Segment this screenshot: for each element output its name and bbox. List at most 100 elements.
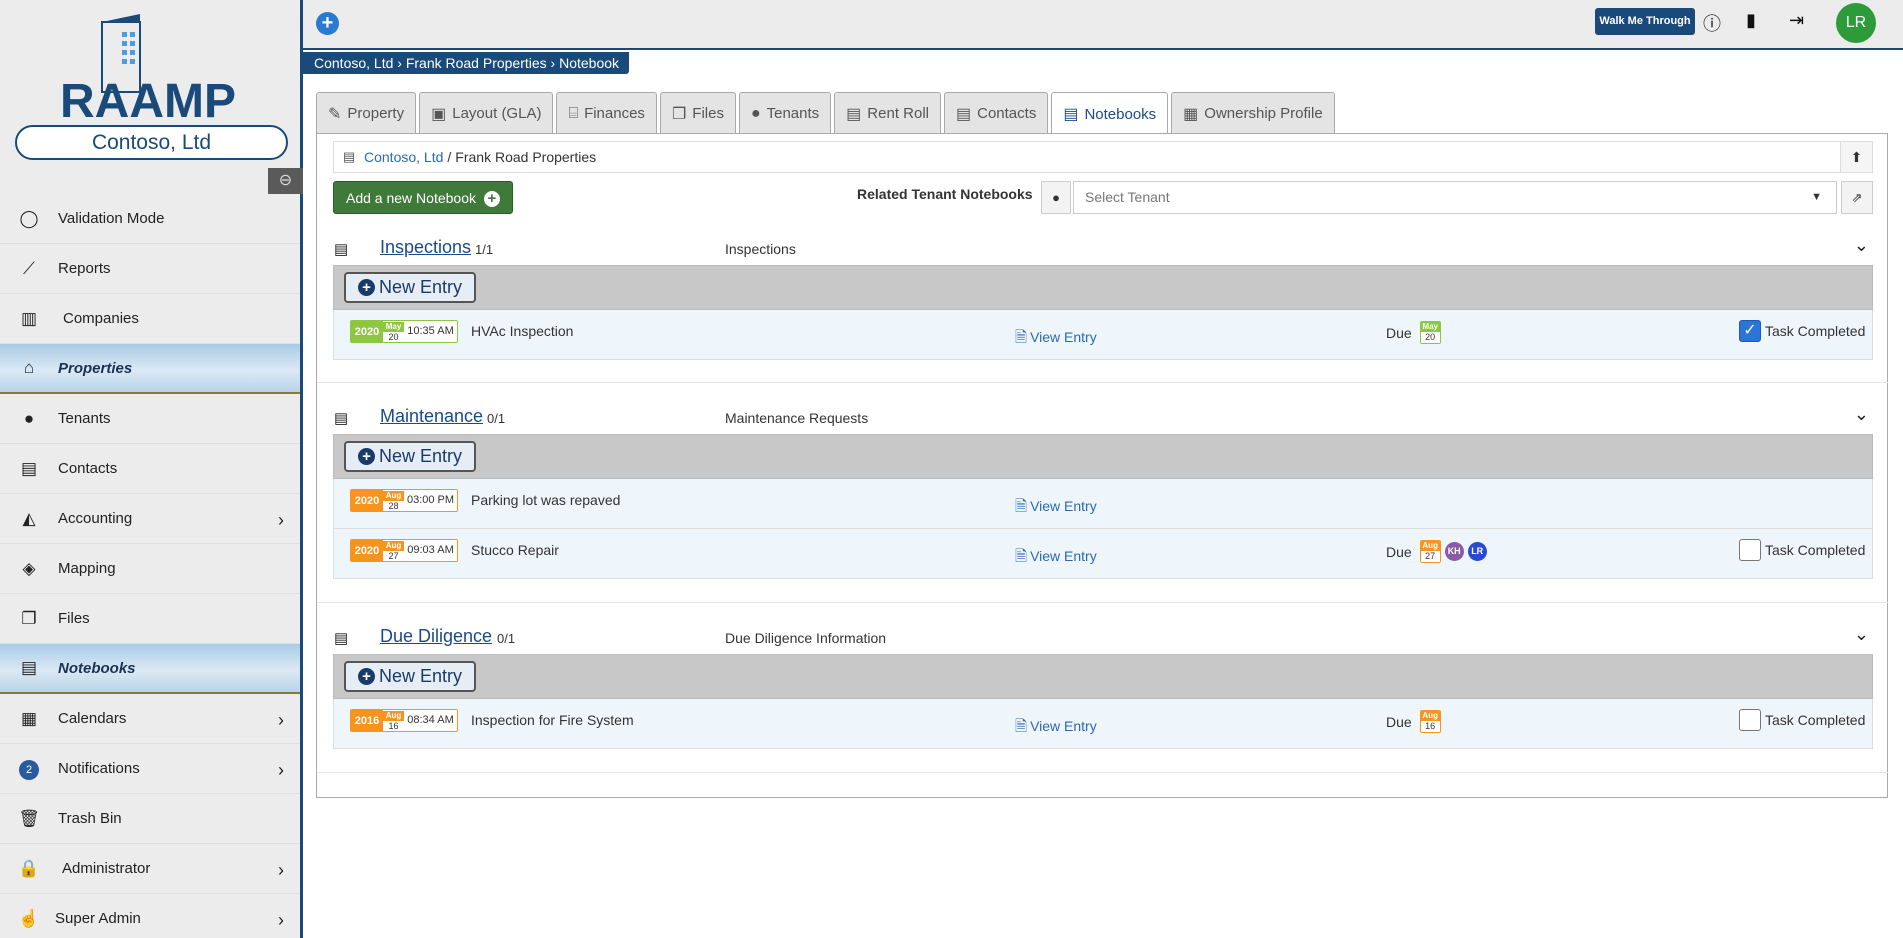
notebook-icon: ▤ xyxy=(334,410,349,427)
due-month: Aug xyxy=(1420,711,1440,721)
raamp-logo: RAAMP xyxy=(0,0,303,124)
file-icon: 🗎 xyxy=(1015,718,1028,735)
tab-files[interactable]: ❐ Files xyxy=(659,92,736,134)
section-title[interactable]: Due Diligence xyxy=(380,626,492,647)
entry-time: 08:34 AM xyxy=(404,710,457,731)
chevron-right-icon: › xyxy=(278,860,284,880)
new-entry-label: New Entry xyxy=(379,277,463,297)
task-completed-checkbox[interactable] xyxy=(1739,539,1761,561)
sidebar-item-contacts[interactable]: ▤ Contacts xyxy=(0,444,300,494)
company-name[interactable]: Contoso, Ltd xyxy=(15,125,288,160)
sidebar-item-super-admin[interactable]: ☝ Super Admin › xyxy=(0,894,300,938)
view-entry-link[interactable]: 🗎 View Entry xyxy=(1015,496,1097,521)
layout-icon: ▣ xyxy=(431,105,447,123)
due-day: 20 xyxy=(1420,332,1440,343)
external-link-icon[interactable]: ⇗ xyxy=(1841,181,1873,214)
notebooks-panel: ▤ Contoso, Ltd / Frank Road Properties ⬆… xyxy=(316,133,1888,798)
assignee-avatar[interactable]: LR xyxy=(1467,542,1487,561)
edit-icon: ✎ xyxy=(328,105,342,123)
avatar[interactable]: LR xyxy=(1836,3,1876,43)
sidebar-item-tenants[interactable]: ● Tenants xyxy=(0,394,300,444)
walk-me-through-button[interactable]: Walk Me Through xyxy=(1595,8,1695,35)
chevron-down-icon[interactable]: ⌄ xyxy=(1854,235,1869,256)
entry-month: Aug xyxy=(383,711,404,721)
logout-icon[interactable]: ⇥ xyxy=(1789,10,1804,31)
due-date: Due Aug 27 KH LR xyxy=(1386,540,1487,563)
tab-notebooks[interactable]: ▤ Notebooks xyxy=(1051,92,1169,135)
task-completed-label: Task Completed xyxy=(1765,323,1866,339)
sidebar-item-label: Notebooks xyxy=(58,659,136,677)
view-entry-link[interactable]: 🗎 View Entry xyxy=(1015,716,1097,741)
entry-month: May xyxy=(383,322,404,332)
tab-contacts[interactable]: ▤ Contacts xyxy=(944,92,1049,134)
sidebar-item-trash-bin[interactable]: 🗑 Trash Bin xyxy=(0,794,300,844)
assignee-avatar[interactable]: KH xyxy=(1444,542,1464,561)
notebook-icon: ▤ xyxy=(20,658,38,677)
sidebar-item-properties[interactable]: ⌂ Properties xyxy=(0,344,300,394)
view-entry-link[interactable]: 🗎 View Entry xyxy=(1015,327,1097,352)
arrow-up-icon[interactable]: ⬆ xyxy=(1840,142,1872,172)
tab-ownership-profile[interactable]: ▦ Ownership Profile xyxy=(1171,92,1335,134)
select-tenant-dropdown[interactable]: Select Tenant ▼ xyxy=(1073,181,1837,214)
view-entry-link[interactable]: 🗎 View Entry xyxy=(1015,546,1097,571)
entry-day: 20 xyxy=(388,332,399,342)
collapse-sidebar-button[interactable]: ⊖ xyxy=(268,168,303,194)
id-card-icon: ▤ xyxy=(956,105,972,123)
sidebar-item-notebooks[interactable]: ▤ Notebooks xyxy=(0,644,300,694)
lock-icon: 🔒 xyxy=(18,858,40,878)
task-completed-label: Task Completed xyxy=(1765,542,1866,558)
add-icon[interactable]: + xyxy=(316,12,339,35)
due-date: Due May 20 xyxy=(1386,321,1441,344)
tab-rent-roll[interactable]: ▤ Rent Roll xyxy=(834,92,941,134)
task-completed[interactable]: ✓ Task Completed xyxy=(1739,320,1865,342)
new-entry-button[interactable]: + New Entry xyxy=(344,441,477,472)
sidebar-item-label: Files xyxy=(58,610,90,627)
tab-label: Notebooks xyxy=(1084,105,1157,123)
sidebar-item-reports[interactable]: ⟋ Reports xyxy=(0,244,300,294)
tab-property[interactable]: ✎ Property xyxy=(316,92,417,134)
section-title[interactable]: Maintenance xyxy=(380,406,483,427)
task-completed[interactable]: Task Completed xyxy=(1739,709,1865,731)
section-title[interactable]: Inspections xyxy=(380,237,471,258)
entry-title: Inspection for Fire System xyxy=(471,712,634,728)
plus-circle-icon: + xyxy=(358,448,375,465)
task-completed-checkbox[interactable] xyxy=(1739,709,1761,731)
entry-date: 2020 May 20 10:35 AM xyxy=(350,320,458,343)
sidebar-item-files[interactable]: ❐ Files xyxy=(0,594,300,644)
new-entry-button[interactable]: + New Entry xyxy=(344,661,477,692)
bookmark-icon[interactable]: ▮ xyxy=(1746,10,1756,31)
user-icon: ● xyxy=(23,408,35,428)
entry-date: 2020 Aug 28 03:00 PM xyxy=(350,489,458,512)
tab-finances[interactable]: ⌸ Finances xyxy=(556,92,657,134)
tab-tenants[interactable]: ● Tenants xyxy=(738,92,832,134)
task-completed-checkbox[interactable]: ✓ xyxy=(1739,320,1761,342)
help-icon[interactable]: ⓘ xyxy=(1703,10,1721,36)
sidebar-item-notifications[interactable]: 2 Notifications › xyxy=(0,744,300,794)
sidebar-item-label: Calendars xyxy=(58,710,127,727)
path-separator: / xyxy=(447,149,452,165)
entry-month-day: Aug 16 xyxy=(383,710,404,731)
sidebar-item-mapping[interactable]: ◈ Mapping xyxy=(0,544,300,594)
due-day: 16 xyxy=(1420,721,1440,732)
sidebar-item-validation-mode[interactable]: ◯ Validation Mode xyxy=(0,194,300,244)
new-entry-label: New Entry xyxy=(379,446,463,466)
hand-icon: ☝ xyxy=(18,908,40,928)
circle-icon: ◯ xyxy=(19,208,39,228)
new-entry-button[interactable]: + New Entry xyxy=(344,272,477,303)
sidebar-item-administrator[interactable]: 🔒 Administrator › xyxy=(0,844,300,894)
sidebar-item-calendars[interactable]: ▦ Calendars › xyxy=(0,694,300,744)
sidebar-item-label: Companies xyxy=(63,310,139,327)
path-link-company[interactable]: Contoso, Ltd xyxy=(364,149,443,165)
list-item: 2020 Aug 28 03:00 PM Parking lot was repa… xyxy=(333,479,1873,529)
entry-date: 2016 Aug 16 08:34 AM xyxy=(350,709,458,732)
chevron-down-icon[interactable]: ⌄ xyxy=(1854,624,1869,645)
entry-title: Stucco Repair xyxy=(471,542,559,558)
sidebar-nav: ◯ Validation Mode ⟋ Reports ▥ Companies ⌂ Pr… xyxy=(0,194,300,938)
tab-layout-gla[interactable]: ▣ Layout (GLA) xyxy=(419,92,554,134)
sidebar-item-companies[interactable]: ▥ Companies xyxy=(0,294,300,344)
task-completed[interactable]: Task Completed xyxy=(1739,539,1865,561)
sidebar-item-accounting[interactable]: ◭ Accounting › xyxy=(0,494,300,544)
due-day: 27 xyxy=(1420,551,1440,562)
add-notebook-button[interactable]: Add a new Notebook + xyxy=(333,181,513,214)
chevron-down-icon[interactable]: ⌄ xyxy=(1854,404,1869,425)
